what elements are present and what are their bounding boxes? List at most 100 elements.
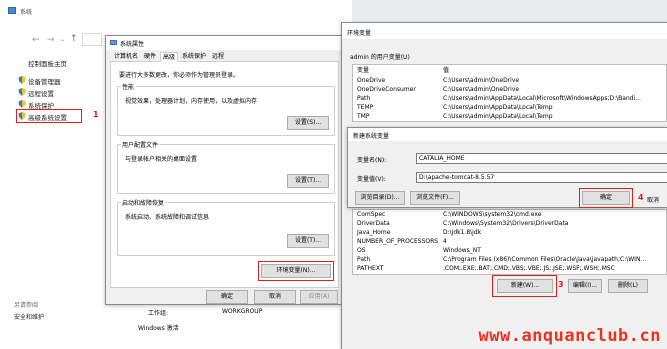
col-variable-header: 变量: [357, 67, 370, 74]
highlight-box-env-button: [258, 261, 334, 281]
sidebar-item-remote-settings[interactable]: 远程设置: [28, 88, 54, 98]
system-properties-dialog: 系统属性 计算机名 硬件 高级 系统保护 远程 要进行大多数更改，你必须作为管理…: [105, 35, 342, 305]
computer-icon: [110, 40, 117, 45]
admin-note: 要进行大多数更改，你必须作为管理员登录。: [119, 72, 240, 79]
shield-icon: [18, 76, 26, 84]
table-row[interactable]: Path C:\Users\admin\AppData\Local\Microso…: [353, 94, 666, 103]
sysprops-cancel-button[interactable]: 取消: [254, 290, 296, 304]
variable-value: .COM;.EXE;.BAT;.CMD;.VBS;.VBE;.JS;.JSE;.…: [443, 265, 615, 272]
variable-value-label: 变量值(V):: [357, 176, 386, 183]
dropdown-icon[interactable]: ⌄: [60, 36, 65, 43]
sysprops-tabstrip: 计算机名 硬件 高级 系统保护 远程: [110, 52, 339, 63]
variable-name: ComSpec: [357, 211, 386, 218]
shield-icon: [18, 88, 26, 96]
table-row[interactable]: TMP C:\Users\admin\AppData\Local\Temp: [353, 112, 666, 121]
annotation-1: 1: [93, 110, 99, 119]
control-panel-home-link[interactable]: 控制面板主页: [28, 58, 67, 68]
table-row[interactable]: OS Windows_NT: [353, 246, 666, 255]
user-profile-title: 用户配置文件: [121, 140, 160, 149]
windows-activation-label: Windows 激活: [138, 325, 179, 332]
variable-name: NUMBER_OF_PROCESSORS: [357, 238, 439, 245]
table-row[interactable]: OneDriveConsumer C:\Users\admin\OneDrive: [353, 85, 666, 94]
newvar-titlebar: 新建系统变量: [348, 128, 667, 141]
highlight-box-new-button: [492, 275, 557, 297]
table-row[interactable]: PATHEXT .COM;.EXE;.BAT;.CMD;.VBS;.VBE;.JS…: [353, 264, 666, 273]
variable-name: OneDrive: [357, 77, 386, 84]
variable-value: D:\jdk1.8\jdk: [443, 229, 482, 236]
envvars-titlebar: 环境变量: [342, 23, 667, 39]
new-system-variable-dialog: 新建系统变量 变量名(N): CATALIA_HOME 变量值(V): D:\a…: [347, 127, 667, 208]
annotation-3: 3: [558, 280, 564, 289]
variable-name: OneDriveConsumer: [357, 86, 416, 93]
user-variables-section-label: admin 的用户变量(U): [350, 54, 410, 61]
performance-settings-button[interactable]: 设置(S)...: [287, 116, 329, 130]
address-bar[interactable]: [82, 33, 102, 46]
back-arrow-icon[interactable]: ←: [32, 35, 40, 45]
variable-value: C:\Users\admin\OneDrive: [443, 86, 520, 93]
variable-name: Path: [357, 256, 371, 263]
highlight-box-ok-button: [579, 188, 633, 208]
user-profile-desc: 与登录帐户相关的桌面设置: [125, 156, 198, 163]
table-row[interactable]: ComSpec C:\WINDOWS\system32\cmd.exe: [353, 210, 666, 219]
table-row[interactable]: DriverData C:\Windows\System32\Drivers\Dr…: [353, 219, 666, 228]
sysprops-apply-button[interactable]: 应用(A): [300, 290, 338, 304]
variable-name-label: 变量名(N):: [357, 157, 387, 164]
sidebar-item-device-manager[interactable]: 设备管理器: [28, 76, 61, 86]
variable-name: TEMP: [357, 104, 374, 111]
up-arrow-icon[interactable]: ↑: [70, 34, 78, 44]
tab-remote[interactable]: 远程: [209, 52, 227, 62]
tab-computer-name[interactable]: 计算机名: [112, 52, 140, 62]
system-titlebar: 系统: [0, 0, 352, 30]
security-maintenance-link[interactable]: 安全和维护: [14, 312, 44, 321]
startup-recovery-title: 启动和故障恢复: [121, 198, 166, 207]
user-variables-header: 变量 值: [353, 66, 666, 75]
advanced-tab-panel: 要进行大多数更改，你必须作为管理员登录。 性能 视觉效果，处理器计划，内存使用，…: [110, 62, 339, 288]
forward-arrow-icon[interactable]: →: [47, 35, 55, 45]
variable-value: Windows_NT: [443, 247, 481, 254]
startup-recovery-desc: 系统启动、系统故障和调试信息: [125, 214, 210, 221]
tab-system-protection[interactable]: 系统保护: [180, 52, 208, 62]
sysprops-ok-button[interactable]: 确定: [206, 290, 248, 304]
delete-variable-button[interactable]: 删除(L): [608, 279, 648, 293]
workgroup-value: WORKGROUP: [222, 308, 263, 315]
system-variables-list[interactable]: ComSpec C:\WINDOWS\system32\cmd.exe Drive…: [352, 209, 667, 275]
performance-title: 性能: [121, 82, 136, 91]
browse-file-button[interactable]: 浏览文件(F)...: [410, 191, 460, 205]
table-row[interactable]: TEMP C:\Users\admin\AppData\Local\Temp: [353, 103, 666, 112]
see-also-label: 另请参阅: [14, 302, 39, 309]
newvar-title: 新建系统变量: [353, 133, 390, 140]
newvar-cancel-button[interactable]: 取消: [647, 195, 659, 204]
browse-directory-button[interactable]: 浏览目录(D)...: [355, 191, 405, 205]
startup-settings-button[interactable]: 设置(T)...: [287, 234, 329, 248]
table-row[interactable]: Java_Home D:\jdk1.8\jdk: [353, 228, 666, 237]
shield-icon: [18, 100, 26, 108]
edit-variable-button[interactable]: 编辑(I)...: [568, 279, 602, 293]
variable-value: C:\WINDOWS\system32\cmd.exe: [443, 211, 542, 218]
table-row[interactable]: OneDrive C:\Users\admin\OneDrive: [353, 76, 666, 85]
performance-desc: 视觉效果，处理器计划，内存使用，以及虚拟内存: [125, 98, 258, 105]
variable-value: C:\Windows\System32\Drivers\DriverData: [443, 220, 569, 227]
highlight-box-advanced-settings: [16, 109, 82, 123]
variable-name: DriverData: [357, 220, 390, 227]
system-window-title: 系统: [20, 9, 33, 16]
workgroup-label: 工作组:: [148, 310, 169, 317]
annotation-4: 4: [638, 193, 644, 202]
variable-value-input[interactable]: D:\apache-tomcat-8.5.57: [416, 172, 667, 183]
variable-value: C:\Users\admin\OneDrive: [443, 77, 520, 84]
sysprops-titlebar: 系统属性: [106, 36, 341, 50]
tab-hardware[interactable]: 硬件: [141, 52, 159, 62]
variable-name: Java_Home: [357, 229, 391, 236]
envvars-title: 环境变量: [347, 30, 372, 37]
table-row[interactable]: NUMBER_OF_PROCESSORS 4: [353, 237, 666, 246]
table-row[interactable]: Path C:\Program Files (x86)\Common Files\…: [353, 255, 666, 264]
user-profile-settings-button[interactable]: 设置(T)...: [287, 174, 329, 188]
variable-value: C:\Users\admin\AppData\Local\Temp: [443, 104, 553, 111]
site-watermark: www.anquanclub.cn: [478, 326, 661, 346]
user-variables-list[interactable]: 变量 值 OneDrive C:\Users\admin\OneDrive One…: [352, 64, 667, 122]
variable-value: 4: [443, 238, 447, 245]
variable-value: C:\Users\admin\AppData\Local\Microsoft\W…: [443, 95, 641, 102]
sysprops-title: 系统属性: [120, 41, 145, 48]
system-window-icon: [8, 7, 16, 14]
variable-name-input[interactable]: CATALIA_HOME: [416, 153, 667, 164]
variable-name: OS: [357, 247, 366, 254]
